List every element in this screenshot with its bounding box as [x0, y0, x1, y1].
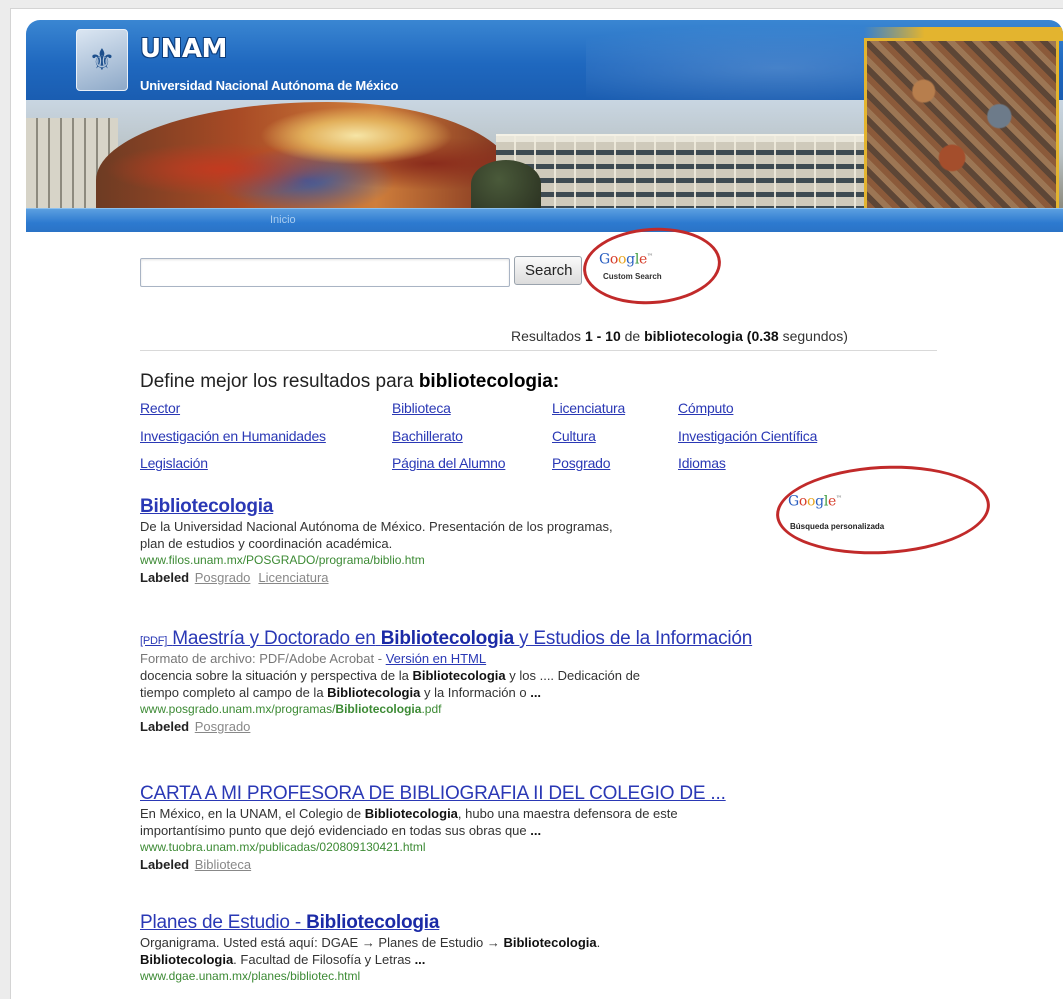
- result-label-link[interactable]: Posgrado: [195, 570, 251, 585]
- banner-tree: [471, 160, 541, 208]
- refine-link-idiomas[interactable]: Idiomas: [678, 455, 726, 471]
- site-title[interactable]: UNAM: [140, 34, 227, 64]
- results-divider: [140, 350, 937, 351]
- refine-link-computo[interactable]: Cómputo: [678, 400, 734, 416]
- result-labels: Labeled Biblioteca: [140, 857, 252, 872]
- nav-bar: Inicio: [26, 208, 1063, 232]
- result-url[interactable]: www.filos.unam.mx/POSGRADO/programa/bibl…: [140, 552, 940, 569]
- banner-building-center: [496, 134, 866, 208]
- result-snippet: Organigrama. Usted está aquí: DGAE → Pla…: [140, 935, 601, 950]
- result-title-link[interactable]: [PDF] Maestría y Doctorado en Biblioteco…: [140, 628, 940, 650]
- result-title-link[interactable]: Planes de Estudio - Bibliotecologia: [140, 912, 940, 934]
- refine-link-posgrado[interactable]: Posgrado: [552, 455, 611, 471]
- result-snippet: De la Universidad Nacional Autónoma de M…: [140, 519, 613, 534]
- refine-heading: Define mejor los resultados para bibliot…: [140, 371, 560, 392]
- result-snippet: tiempo completo al campo de la Bibliotec…: [140, 685, 542, 700]
- result-label-link[interactable]: Biblioteca: [195, 857, 251, 872]
- result-label-link[interactable]: Licenciatura: [258, 570, 328, 585]
- result-url[interactable]: www.dgae.unam.mx/planes/bibliotec.html: [140, 968, 940, 985]
- refine-link-bachillerato[interactable]: Bachillerato: [392, 428, 463, 444]
- search-result: CARTA A MI PROFESORA DE BIBLIOGRAFIA II …: [140, 783, 940, 873]
- result-snippet: plan de estudios y coordinación académic…: [140, 536, 393, 551]
- banner-library-tower: [864, 27, 1063, 208]
- html-version-link[interactable]: Versión en HTML: [386, 651, 486, 666]
- search-result: Planes de Estudio - Bibliotecologia Orga…: [140, 912, 940, 985]
- search-button[interactable]: Search: [514, 256, 582, 285]
- result-title-link[interactable]: CARTA A MI PROFESORA DE BIBLIOGRAFIA II …: [140, 783, 940, 805]
- refine-link-investigacion-cientifica[interactable]: Investigación Científica: [678, 428, 817, 444]
- site-subtitle: Universidad Nacional Autónoma de México: [140, 78, 399, 93]
- unam-crest-icon[interactable]: ⚜: [76, 29, 128, 91]
- result-url[interactable]: www.tuobra.unam.mx/publicadas/0208091304…: [140, 839, 940, 856]
- result-labels: Labeled Posgrado Licenciatura: [140, 570, 329, 585]
- search-result: Bibliotecologia De la Universidad Nacion…: [140, 496, 940, 586]
- refine-link-investigacion-humanidades[interactable]: Investigación en Humanidades: [140, 428, 326, 444]
- result-snippet: Bibliotecologia. Facultad de Filosofía y…: [140, 952, 426, 967]
- result-labels: Labeled Posgrado: [140, 719, 251, 734]
- refine-link-pagina-alumno[interactable]: Página del Alumno: [392, 455, 506, 471]
- results-summary: Resultados 1 - 10 de bibliotecologia (0.…: [511, 328, 848, 344]
- result-snippet: En México, en la UNAM, el Colegio de Bib…: [140, 806, 678, 821]
- search-input[interactable]: [140, 258, 510, 287]
- result-title-link[interactable]: Bibliotecologia: [140, 496, 940, 518]
- refine-link-rector[interactable]: Rector: [140, 400, 180, 416]
- result-format: Formato de archivo: PDF/Adobe Acrobat - …: [140, 651, 487, 666]
- refine-link-biblioteca[interactable]: Biblioteca: [392, 400, 451, 416]
- result-url[interactable]: www.posgrado.unam.mx/programas/Bibliotec…: [140, 701, 940, 718]
- refine-link-cultura[interactable]: Cultura: [552, 428, 596, 444]
- result-label-link[interactable]: Posgrado: [195, 719, 251, 734]
- site-header: ⚜ UNAM Universidad Nacional Autónoma de …: [26, 20, 1063, 232]
- result-snippet: importantísimo punto que dejó evidenciad…: [140, 823, 542, 838]
- search-result: [PDF] Maestría y Doctorado en Biblioteco…: [140, 628, 940, 735]
- pdf-tag: [PDF]: [140, 635, 168, 647]
- banner-mural: [96, 102, 516, 208]
- refine-link-legislacion[interactable]: Legislación: [140, 455, 208, 471]
- nav-inicio-link[interactable]: Inicio: [270, 214, 296, 226]
- refine-link-licenciatura[interactable]: Licenciatura: [552, 400, 625, 416]
- result-snippet: docencia sobre la situación y perspectiv…: [140, 668, 641, 683]
